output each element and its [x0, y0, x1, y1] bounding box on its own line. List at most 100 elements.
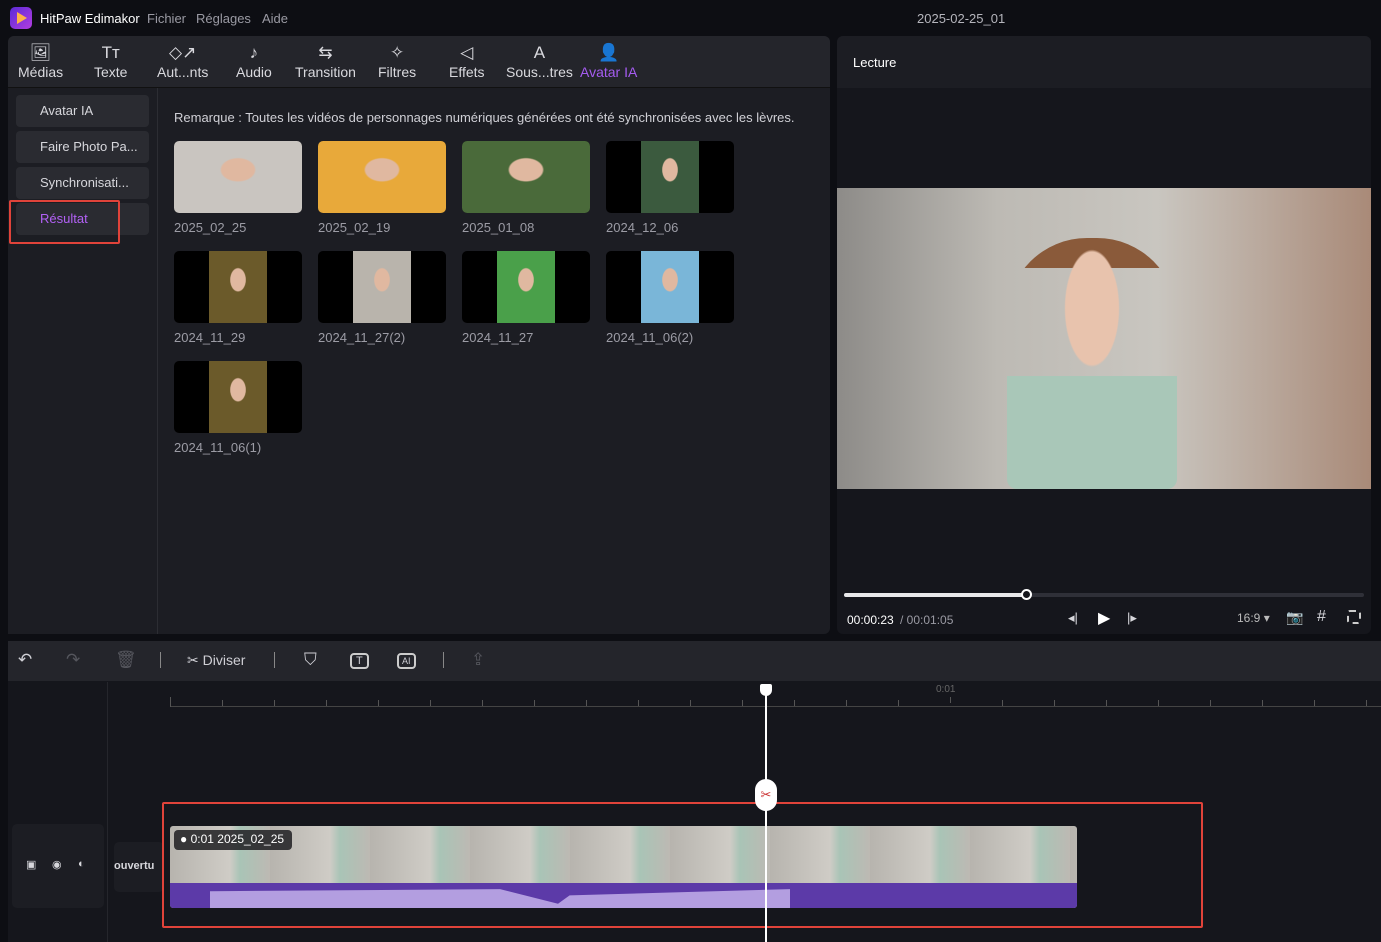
tab-texte[interactable]: Tт Texte [94, 42, 127, 80]
ruler-tick [638, 700, 639, 706]
ruler-tick [950, 697, 951, 703]
play-icon[interactable]: ▶ [1098, 608, 1110, 628]
sidebar-item-synchronisation[interactable]: Synchronisati... [16, 167, 149, 199]
shield-icon[interactable]: ⛉ [304, 650, 317, 670]
ruler-tick [1210, 700, 1211, 706]
next-frame-icon[interactable]: |▸ [1127, 610, 1137, 626]
result-label: 2024_12_06 [606, 220, 679, 235]
avatar-icon: 👤 [598, 43, 620, 62]
ruler-tick [1314, 700, 1315, 706]
result-label: 2024_11_06(2) [606, 330, 694, 345]
tab-audio[interactable]: ♪ Audio [236, 42, 272, 80]
divider [107, 682, 108, 942]
avatar-image [641, 251, 699, 323]
transition-icon: ⇆ [318, 43, 333, 62]
preview-title: Lecture [853, 55, 897, 70]
avatar-image [209, 251, 267, 323]
tab-sous-titres[interactable]: A Sous...tres [506, 42, 573, 80]
clip-highlight-box [162, 802, 1203, 928]
tab-elements[interactable]: ◇↗ Aut...nts [157, 42, 208, 80]
delete-icon[interactable]: 🗑 [115, 650, 137, 670]
result-label: 2024_11_06(1) [174, 440, 262, 455]
menu-reglages[interactable]: Réglages [196, 11, 251, 26]
ruler-tick [222, 700, 223, 706]
result-thumbnail[interactable] [606, 141, 734, 213]
ai-icon[interactable]: AI [397, 653, 416, 669]
tab-effets[interactable]: ◁ Effets [449, 42, 485, 80]
undo-icon[interactable]: ↶ [18, 650, 32, 670]
result-thumbnail[interactable] [174, 141, 302, 213]
ruler-tick [846, 700, 847, 706]
camera-icon[interactable]: 📷 [1286, 609, 1303, 626]
cover-button[interactable]: ouvertu [114, 842, 164, 892]
ruler-label: 0:01 [936, 684, 956, 695]
result-thumbnail[interactable] [462, 251, 590, 323]
result-thumbnail[interactable] [462, 141, 590, 213]
aspect-ratio-dropdown[interactable]: 16:9 ▾ [1237, 611, 1270, 625]
grid-icon[interactable]: # [1317, 608, 1326, 626]
result-thumbnail[interactable] [174, 361, 302, 433]
text-tool-icon[interactable]: T [350, 653, 369, 669]
menu-aide[interactable]: Aide [262, 11, 288, 26]
text-icon: Tт [101, 43, 120, 62]
result-label: 2024_11_27 [462, 330, 534, 345]
elements-icon: ◇↗ [169, 43, 197, 62]
redo-icon[interactable]: ↷ [66, 650, 80, 670]
sidebar: Avatar IA Faire Photo Pa... Synchronisat… [8, 88, 158, 634]
tab-transition[interactable]: ⇆ Transition [295, 42, 356, 80]
sidebar-item-avatar-ia[interactable]: Avatar IA [16, 95, 149, 127]
divider [274, 652, 275, 668]
tab-bar: 🖼 Médias Tт Texte ◇↗ Aut...nts ♪ Audio ⇆ Tran… [8, 36, 830, 88]
ruler-tick [1366, 700, 1367, 706]
result-thumbnail[interactable] [318, 141, 446, 213]
app-name: HitPaw Edimakor [40, 11, 140, 26]
sync-note: Remarque : Toutes les vidéos de personna… [174, 110, 795, 125]
tab-filtres[interactable]: ✧ Filtres [378, 42, 416, 80]
ruler-tick [898, 700, 899, 706]
total-time: / 00:01:05 [900, 613, 954, 627]
progress-handle[interactable] [1021, 589, 1032, 600]
result-thumbnail[interactable] [606, 251, 734, 323]
project-title: 2025-02-25_01 [917, 11, 1006, 26]
result-thumbnail[interactable] [318, 251, 446, 323]
film-icon[interactable]: ▣ [26, 858, 36, 871]
avatar-image [497, 251, 555, 323]
ruler-tick [482, 700, 483, 706]
music-icon: ♪ [249, 43, 259, 62]
ruler-tick [170, 697, 171, 707]
app-logo [10, 7, 32, 29]
tab-avatar-ia[interactable]: 👤 Avatar IA [580, 42, 637, 80]
tab-medias[interactable]: 🖼 Médias [18, 42, 63, 80]
effects-icon: ◁ [460, 43, 474, 62]
ruler-tick [430, 700, 431, 706]
ruler-tick [690, 700, 691, 706]
playhead[interactable] [765, 690, 767, 942]
eye-icon[interactable]: ◉ [52, 858, 62, 871]
highlight-box [9, 200, 120, 244]
media-icon: 🖼 [29, 43, 52, 62]
export-icon[interactable]: ⇪ [471, 650, 485, 670]
filter-icon: ✧ [389, 43, 405, 62]
ruler-tick [274, 700, 275, 706]
ruler-tick [742, 700, 743, 706]
prev-frame-icon[interactable]: ◂| [1068, 610, 1078, 626]
volume-icon[interactable]: ◐ [78, 858, 85, 870]
result-thumbnail[interactable] [174, 251, 302, 323]
result-label: 2025_02_25 [174, 220, 247, 235]
scissors-icon: ✂ [187, 652, 199, 668]
avatar-image [318, 141, 446, 213]
avatar-image [641, 141, 699, 213]
sidebar-item-faire-photo[interactable]: Faire Photo Pa... [16, 131, 149, 163]
avatar-image [353, 251, 411, 323]
video-frame [837, 188, 1371, 489]
progress-track[interactable] [844, 589, 1364, 600]
ruler-tick [378, 700, 379, 706]
split-marker-icon[interactable]: ✂ [755, 779, 777, 811]
split-button[interactable]: ✂ Diviser [187, 652, 245, 669]
result-label: 2024_11_29 [174, 330, 246, 345]
ruler-tick [534, 700, 535, 706]
progress-fill [844, 593, 1026, 597]
playhead-handle[interactable] [760, 684, 772, 696]
menu-fichier[interactable]: Fichier [147, 11, 186, 26]
fullscreen-icon[interactable] [1347, 610, 1361, 624]
